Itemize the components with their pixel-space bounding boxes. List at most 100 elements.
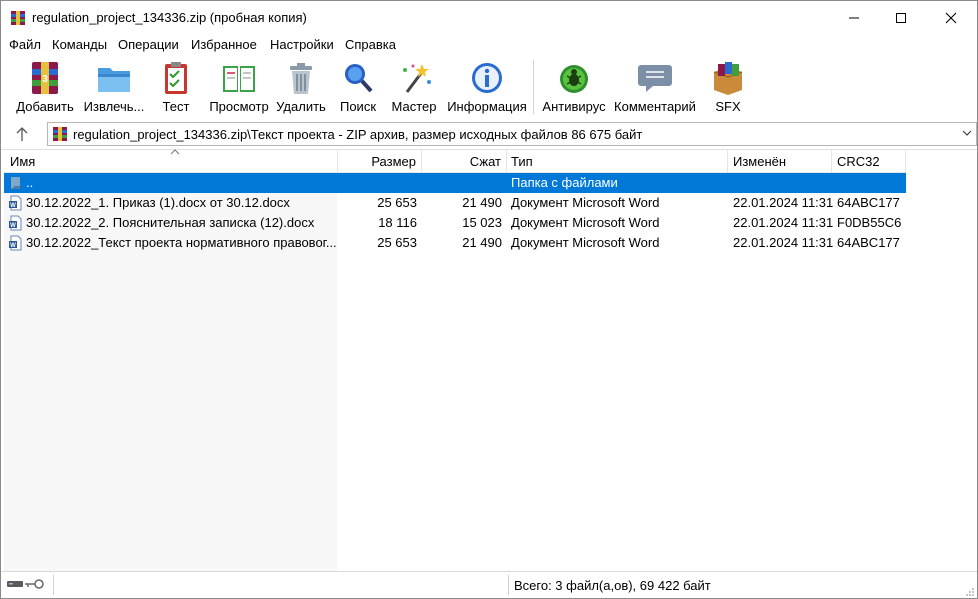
status-bar: Всего: 3 файл(а,ов), 69 422 байт xyxy=(1,571,977,598)
folder-extract-icon xyxy=(98,68,130,92)
svg-text:W: W xyxy=(10,223,16,229)
resize-grip-icon[interactable] xyxy=(965,587,975,597)
antivirus-button[interactable]: Антивирус xyxy=(540,56,608,118)
word-document-icon: W xyxy=(9,195,22,211)
comment-button[interactable]: Комментарий xyxy=(612,56,698,118)
column-header-packed[interactable]: Сжат xyxy=(422,150,507,173)
sort-ascending-icon xyxy=(170,149,180,155)
word-document-icon: W xyxy=(9,235,22,251)
row-packed: 15 023 xyxy=(462,215,502,230)
menu-settings[interactable]: Настройки xyxy=(270,37,334,52)
row-type: Документ Microsoft Word xyxy=(511,235,660,250)
toolbar-separator xyxy=(533,60,534,114)
trash-icon xyxy=(290,63,312,94)
drive-key-icon xyxy=(7,579,44,589)
column-crc-label: CRC32 xyxy=(837,154,880,169)
row-modified: 22.01.2024 11:31 xyxy=(733,195,834,210)
row-packed: 21 490 xyxy=(462,235,502,250)
status-separator xyxy=(508,575,509,595)
magic-wand-icon xyxy=(403,64,431,93)
zip-archive-icon xyxy=(53,127,67,141)
minimize-button[interactable] xyxy=(831,1,877,35)
antivirus-label: Антивирус xyxy=(542,99,606,114)
column-header-size[interactable]: Размер xyxy=(338,150,422,173)
row-packed: 21 490 xyxy=(462,195,502,210)
delete-button[interactable]: Удалить xyxy=(274,56,328,118)
add-label: Добавить xyxy=(16,99,74,114)
book-view-icon xyxy=(223,66,255,92)
row-size: 25 653 xyxy=(377,235,417,250)
word-document-icon: W xyxy=(9,215,22,231)
menu-help[interactable]: Справка xyxy=(345,37,396,52)
title-bar: regulation_project_134336.zip (пробная к… xyxy=(1,1,977,35)
winrar-add-icon: 3 xyxy=(32,62,58,94)
sfx-box-icon xyxy=(713,62,743,95)
magnifier-icon xyxy=(345,64,373,93)
bug-icon xyxy=(560,65,588,93)
address-bar: regulation_project_134336.zip\Текст прое… xyxy=(1,121,977,147)
test-button[interactable]: Тест xyxy=(151,56,201,118)
table-row[interactable]: W 30.12.2022_Текст проекта нормативного … xyxy=(4,233,906,253)
close-icon xyxy=(945,12,957,24)
row-crc: 64ABC177 xyxy=(837,195,900,210)
row-type: Документ Microsoft Word xyxy=(511,195,660,210)
info-icon xyxy=(472,63,502,93)
view-label: Просмотр xyxy=(209,99,269,114)
status-total: Всего: 3 файл(а,ов), 69 422 байт xyxy=(514,578,711,593)
row-crc: F0DB55C6 xyxy=(837,215,902,230)
winrar-app-icon xyxy=(11,11,25,25)
row-crc: 64ABC177 xyxy=(837,235,900,250)
window-title: regulation_project_134336.zip (пробная к… xyxy=(32,10,307,25)
column-header-name[interactable]: Имя xyxy=(4,149,338,173)
sfx-button[interactable]: SFX xyxy=(704,56,752,118)
column-packed-label: Сжат xyxy=(469,154,501,169)
maximize-button[interactable] xyxy=(878,1,924,35)
status-separator xyxy=(53,575,54,595)
parent-folder-icon xyxy=(11,177,20,189)
table-row[interactable]: W 30.12.2022_2. Пояснительная записка (1… xyxy=(4,213,906,233)
wizard-label: Мастер xyxy=(391,99,437,114)
row-type: Папка с файлами xyxy=(511,175,618,190)
column-header-type[interactable]: Тип xyxy=(507,150,728,173)
column-modified-label: Изменён xyxy=(733,154,787,169)
row-name: 30.12.2022_Текст проекта нормативного пр… xyxy=(26,235,337,250)
chevron-down-icon[interactable] xyxy=(962,128,972,138)
extract-label: Извлечь... xyxy=(83,99,145,114)
row-size: 25 653 xyxy=(377,195,417,210)
sfx-label: SFX xyxy=(715,99,741,114)
close-button[interactable] xyxy=(928,1,974,35)
info-label: Информация xyxy=(447,99,527,114)
menu-file[interactable]: Файл xyxy=(9,37,41,52)
menu-operations[interactable]: Операции xyxy=(118,37,179,52)
winrar-window: regulation_project_134336.zip (пробная к… xyxy=(0,0,978,599)
row-type: Документ Microsoft Word xyxy=(511,215,660,230)
menu-favorites[interactable]: Избранное xyxy=(191,37,257,52)
row-name: 30.12.2022_1. Приказ (1).docx от 30.12.d… xyxy=(26,195,290,210)
column-header-crc[interactable]: CRC32 xyxy=(832,150,906,173)
row-name: .. xyxy=(26,175,34,190)
wizard-button[interactable]: Мастер xyxy=(388,56,440,118)
add-button[interactable]: 3 Добавить xyxy=(11,56,79,118)
comment-label: Комментарий xyxy=(614,99,696,114)
extract-button[interactable]: Извлечь... xyxy=(81,56,147,118)
row-size: 18 116 xyxy=(378,215,417,230)
toolbar: 3 Добавить Извлечь... Тест Просмотр Удал… xyxy=(1,56,977,119)
column-header-modified[interactable]: Изменён xyxy=(728,150,832,173)
view-button[interactable]: Просмотр xyxy=(206,56,272,118)
menu-commands[interactable]: Команды xyxy=(52,37,107,52)
table-row-parent-folder[interactable]: .. Папка с файлами xyxy=(4,173,906,193)
svg-text:W: W xyxy=(10,243,16,249)
find-button[interactable]: Поиск xyxy=(334,56,382,118)
row-modified: 22.01.2024 11:31 xyxy=(733,215,834,230)
svg-text:W: W xyxy=(10,203,16,209)
up-arrow-icon[interactable] xyxy=(11,124,33,144)
info-button[interactable]: Информация xyxy=(445,56,529,118)
file-list: Имя Размер Сжат Тип Изменён CRC32 .. Пап… xyxy=(1,149,977,572)
menu-bar: Файл Команды Операции Избранное Настройк… xyxy=(1,35,977,55)
maximize-icon xyxy=(896,13,906,23)
column-size-label: Размер xyxy=(371,154,416,169)
row-modified: 22.01.2024 11:31 xyxy=(733,235,834,250)
address-field[interactable]: regulation_project_134336.zip\Текст прое… xyxy=(47,122,977,146)
table-row[interactable]: W 30.12.2022_1. Приказ (1).docx от 30.12… xyxy=(4,193,906,213)
minimize-icon xyxy=(849,17,859,19)
